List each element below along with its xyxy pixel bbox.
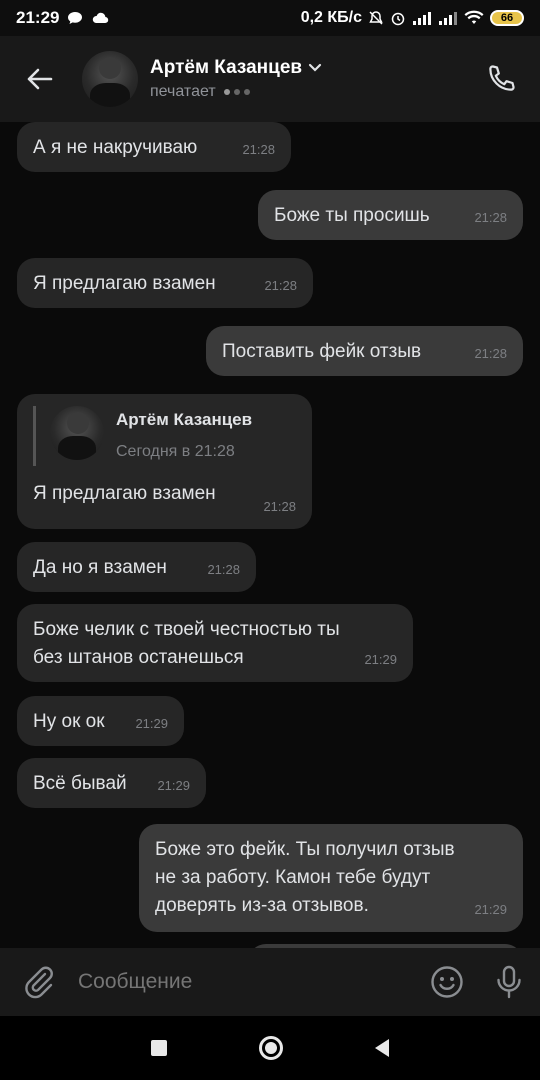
- phone-icon: [489, 65, 515, 91]
- mute-icon: [369, 11, 383, 25]
- chevron-down-icon: [308, 63, 322, 72]
- message-text: Я предлагаю взамен: [33, 483, 216, 504]
- paperclip-icon: [25, 966, 53, 999]
- chat-header: Артём Казанцев печатает: [0, 36, 540, 122]
- voice-message-button[interactable]: [478, 948, 540, 1016]
- message-time: 21:29: [157, 778, 190, 793]
- message-incoming[interactable]: А я не накручиваю 21:28: [17, 122, 291, 172]
- back-button[interactable]: [0, 36, 78, 122]
- message-composer: [0, 948, 540, 1016]
- message-outgoing[interactable]: Боже ты просишь 21:28: [258, 190, 523, 240]
- message-text: Да но я взамен: [33, 557, 167, 578]
- status-time: 21:29: [16, 8, 60, 27]
- message-incoming-reply[interactable]: Артём Казанцев Сегодня в 21:28 Я предлаг…: [17, 394, 312, 529]
- system-nav-bar: [0, 1016, 540, 1080]
- recents-button[interactable]: [151, 1040, 167, 1056]
- message-text: Поставить фейк отзыв: [222, 341, 422, 362]
- message-text: Ну ок ок: [33, 711, 105, 732]
- signal-icon: [413, 12, 431, 25]
- message-incoming[interactable]: Да но я взамен 21:28: [17, 542, 256, 592]
- message-text: Всё бывай: [33, 773, 127, 794]
- message-time: 21:29: [474, 902, 507, 917]
- message-list[interactable]: А я не накручиваю 21:28 Боже ты просишь …: [0, 122, 540, 948]
- message-time: 21:28: [242, 142, 275, 157]
- quote-date: Сегодня в 21:28: [116, 443, 235, 460]
- message-text: Я предлагаю взамен: [33, 273, 216, 294]
- message-time: 21:29: [364, 652, 397, 667]
- message-time: 21:28: [263, 499, 296, 514]
- contact-info[interactable]: Артём Казанцев печатает: [150, 57, 322, 101]
- message-incoming[interactable]: Боже челик с твоей честностью ты без шта…: [17, 604, 413, 682]
- message-time: 21:28: [207, 562, 240, 577]
- attach-button[interactable]: [0, 948, 78, 1016]
- microphone-icon: [497, 965, 521, 999]
- contact-name: Артём Казанцев: [150, 57, 303, 78]
- message-incoming[interactable]: Ну ок ок 21:29: [17, 696, 184, 746]
- quote-avatar: [50, 406, 104, 460]
- typing-status: печатает: [150, 83, 216, 100]
- message-outgoing[interactable]: Боже это фейк. Ты получил отзыв не за ра…: [139, 824, 523, 932]
- smile-icon: [431, 966, 463, 998]
- message-outgoing[interactable]: Поставить фейк отзыв 21:28: [206, 326, 523, 376]
- message-time: 21:28: [264, 278, 297, 293]
- message-time: 21:29: [135, 716, 168, 731]
- message-incoming[interactable]: Всё бывай 21:29: [17, 758, 206, 808]
- message-time: 21:28: [474, 346, 507, 361]
- message-input[interactable]: [78, 948, 416, 1016]
- message-text: А я не накручиваю: [33, 137, 198, 158]
- cloud-icon: [93, 12, 109, 24]
- quote-author: Артём Казанцев: [116, 410, 253, 429]
- forwarded-quote[interactable]: Артём Казанцев Сегодня в 21:28: [33, 406, 296, 466]
- wifi-icon: [464, 10, 484, 24]
- message-incoming[interactable]: Я предлагаю взамен 21:28: [17, 258, 313, 308]
- network-speed: 0,2 КБ/с: [300, 9, 362, 26]
- system-back-button[interactable]: [375, 1039, 389, 1057]
- arrow-left-icon: [27, 68, 53, 90]
- alarm-icon: [391, 12, 405, 26]
- typing-dots: [223, 89, 250, 95]
- call-button[interactable]: [480, 58, 522, 100]
- battery-indicator: 66: [490, 10, 524, 26]
- contact-avatar[interactable]: [82, 51, 138, 107]
- message-text: Боже ты просишь: [274, 205, 430, 226]
- message-text: Боже челик с твоей честностью ты без шта…: [33, 619, 340, 668]
- status-bar: 21:29 0,2 КБ/с 66: [0, 0, 540, 36]
- message-text: Боже это фейк. Ты получил отзыв не за ра…: [155, 839, 455, 916]
- home-button[interactable]: [259, 1036, 283, 1060]
- emoji-button[interactable]: [416, 948, 478, 1016]
- signal-icon-2: [439, 12, 457, 25]
- chat-notification-icon: [68, 12, 83, 24]
- message-time: 21:28: [474, 210, 507, 225]
